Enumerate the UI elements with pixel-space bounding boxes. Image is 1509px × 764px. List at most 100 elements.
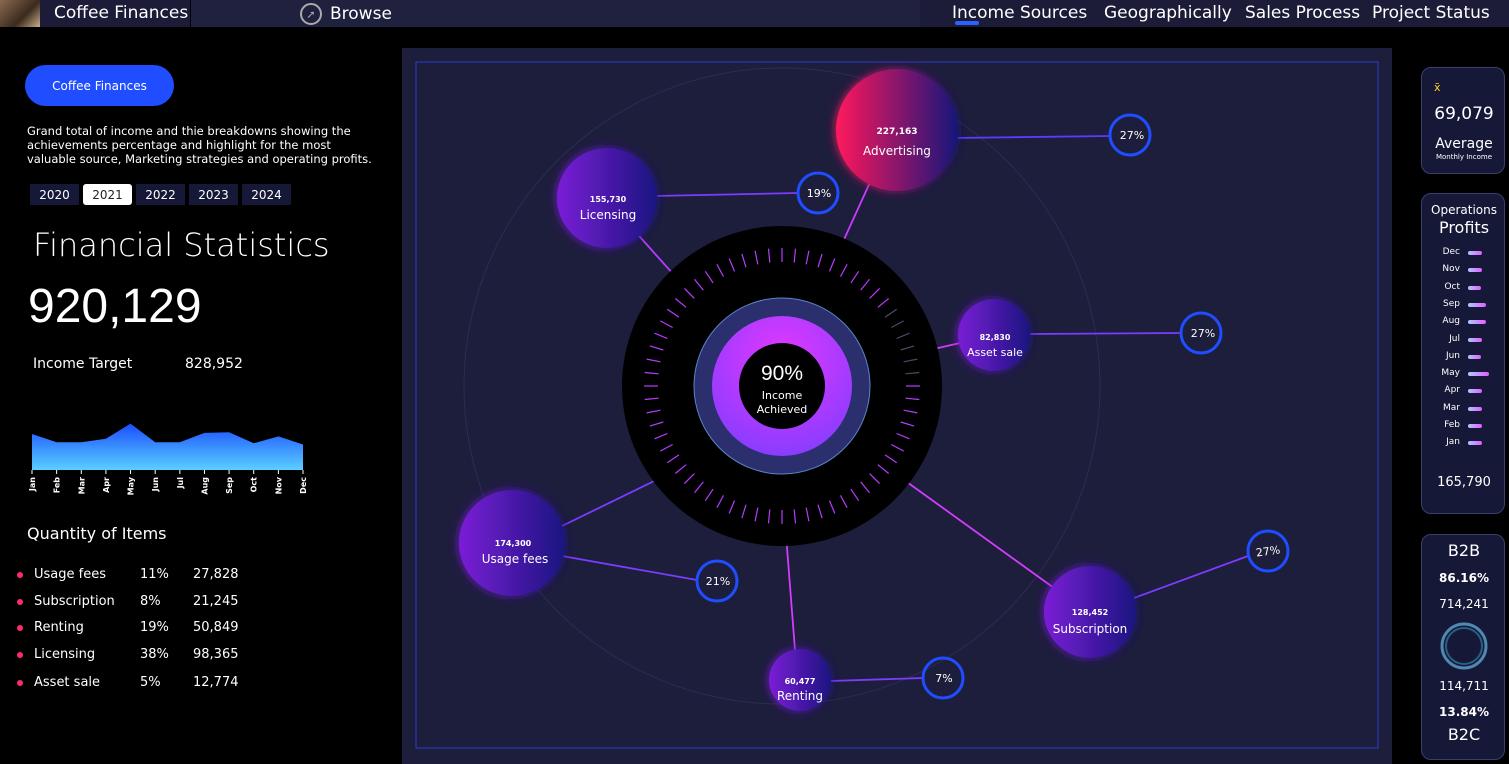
ops-month-label: Jul bbox=[1449, 333, 1460, 344]
connector-line bbox=[829, 677, 924, 682]
x-tick-label: Feb bbox=[53, 477, 62, 494]
pct-asset-sale: 27% bbox=[1179, 311, 1223, 355]
left-panel: Coffee Finances Grand total of income an… bbox=[0, 27, 400, 764]
ops-row: Jul bbox=[1422, 332, 1506, 348]
browse-label: Browse bbox=[330, 4, 392, 24]
browse-button[interactable]: ➚ Browse bbox=[300, 3, 392, 25]
b2c-pct: 13.84% bbox=[1439, 705, 1489, 719]
x-tick-label: Jun bbox=[151, 477, 160, 493]
center-pct: 90% bbox=[761, 362, 803, 385]
source-advertising[interactable]: 227,163 Advertising bbox=[836, 69, 958, 191]
center-hole bbox=[739, 343, 825, 429]
usage-fees-label: Usage fees bbox=[482, 552, 548, 566]
connector-line bbox=[1133, 555, 1249, 599]
b2b-label: B2B bbox=[1447, 541, 1481, 560]
quantity-of-items-title: Quantity of Items bbox=[27, 524, 167, 543]
ops-bar bbox=[1468, 320, 1486, 325]
licensing-label: Licensing bbox=[580, 208, 636, 222]
description-text: Grand total of income and thie breakdown… bbox=[27, 124, 372, 166]
year-2022-button[interactable]: 2022 bbox=[136, 184, 185, 205]
ops-month-label: Jun bbox=[1445, 350, 1460, 361]
source-usage-fees[interactable]: 174,300 Usage fees bbox=[459, 490, 565, 596]
average-label: Average bbox=[1435, 136, 1493, 152]
item-value: 50,849 bbox=[193, 620, 239, 635]
ops-month-label: Mar bbox=[1443, 402, 1460, 413]
income-target-label: Income Target bbox=[33, 356, 133, 372]
active-tab-indicator bbox=[955, 21, 979, 25]
year-slicer: 2020 2021 2022 2023 2024 bbox=[30, 184, 291, 205]
list-item: Asset sale 5% 12,774 bbox=[17, 675, 257, 690]
usage-fees-value: 174,300 bbox=[495, 539, 532, 548]
pct-text: 27% bbox=[1191, 327, 1215, 340]
source-licensing[interactable]: 155,730 Licensing bbox=[557, 148, 657, 248]
ops-bar bbox=[1468, 302, 1486, 307]
ops-month-label: Feb bbox=[1444, 420, 1460, 430]
pct-advertising: 27% bbox=[1108, 113, 1152, 157]
source-renting[interactable]: 60,477 Renting bbox=[769, 649, 831, 711]
ops-row: Apr bbox=[1422, 383, 1506, 399]
ops-row: Nov bbox=[1422, 262, 1506, 278]
pct-text: 27% bbox=[1120, 129, 1144, 142]
item-name: Usage fees bbox=[34, 567, 106, 582]
tab-geographically[interactable]: Geographically bbox=[1104, 3, 1232, 23]
source-subscription[interactable]: 128,452 Subscription bbox=[1044, 566, 1136, 658]
b2b-donut-ring bbox=[1440, 622, 1488, 670]
year-2020-button[interactable]: 2020 bbox=[30, 184, 79, 205]
list-item: Renting 19% 50,849 bbox=[17, 620, 257, 635]
item-value: 98,365 bbox=[193, 647, 239, 662]
ops-bar bbox=[1468, 285, 1481, 290]
pct-licensing: 19% bbox=[796, 171, 840, 215]
advertising-label: Advertising bbox=[863, 144, 931, 158]
top-bar: Coffee Finances ➚ Browse Income Sources … bbox=[0, 0, 1509, 27]
tab-income-sources[interactable]: Income Sources bbox=[952, 3, 1087, 23]
pct-text: 7% bbox=[935, 672, 952, 685]
subscription-label: Subscription bbox=[1053, 622, 1128, 636]
bullet-icon bbox=[17, 651, 23, 658]
financial-statistics-title: Financial Statistics bbox=[33, 226, 330, 264]
connector-line bbox=[1029, 332, 1182, 335]
year-2023-button[interactable]: 2023 bbox=[189, 184, 238, 205]
renting-value: 60,477 bbox=[785, 677, 816, 686]
pct-text: 19% bbox=[807, 187, 831, 200]
pct-subscription: 27% bbox=[1246, 529, 1290, 573]
bullet-icon bbox=[17, 571, 23, 578]
ops-total: 165,790 bbox=[1437, 475, 1491, 490]
coffee-finances-button[interactable]: Coffee Finances bbox=[25, 65, 174, 106]
item-pct: 19% bbox=[140, 620, 169, 635]
monthly-income-area-chart: Jan Feb Mar Apr May Jun Jul Aug Sep Oct Nov Dec bbox=[28, 423, 308, 495]
source-asset-sale[interactable]: 82,830 Asset sale bbox=[958, 299, 1030, 371]
item-pct: 5% bbox=[140, 675, 161, 690]
x-tick-label: Aug bbox=[200, 477, 209, 495]
licensing-value: 155,730 bbox=[590, 195, 627, 204]
ops-month-label: Dec bbox=[1442, 247, 1460, 257]
average-value: 69,079 bbox=[1434, 104, 1494, 124]
renting-label: Renting bbox=[777, 689, 823, 703]
b2c-label: B2C bbox=[1447, 725, 1481, 744]
subscription-value: 128,452 bbox=[1072, 608, 1108, 617]
ops-row: Jun bbox=[1422, 349, 1506, 365]
x-tick-label: Mar bbox=[77, 477, 86, 494]
tab-project-status[interactable]: Project Status bbox=[1372, 3, 1490, 23]
center-label-1: Income bbox=[762, 389, 803, 402]
connector-line bbox=[653, 192, 799, 197]
year-2024-button[interactable]: 2024 bbox=[242, 184, 291, 205]
ops-title-2: Profits bbox=[1438, 218, 1490, 237]
pct-usage-fees: 21% bbox=[695, 559, 739, 603]
ops-bar bbox=[1468, 424, 1483, 428]
ops-bar bbox=[1468, 337, 1483, 342]
ops-row: Aug bbox=[1422, 314, 1506, 330]
ops-month-label: Sep bbox=[1443, 298, 1460, 309]
tab-sales-process[interactable]: Sales Process bbox=[1245, 3, 1360, 23]
x-tick-label: Jan bbox=[28, 477, 37, 492]
center-label-2: Achieved bbox=[757, 403, 807, 416]
item-name: Licensing bbox=[34, 647, 96, 662]
item-value: 12,774 bbox=[193, 675, 239, 690]
ops-bar bbox=[1468, 389, 1483, 394]
year-2021-button[interactable]: 2021 bbox=[83, 184, 132, 205]
average-card: x̄ 69,079 Average Monthly Income bbox=[1421, 67, 1505, 174]
item-name: Subscription bbox=[34, 594, 115, 609]
ops-month-label: Apr bbox=[1444, 385, 1460, 396]
list-item: Licensing 38% 98,365 bbox=[17, 647, 257, 662]
app-title: Coffee Finances bbox=[54, 3, 189, 23]
x-tick-label: Sep bbox=[225, 477, 234, 494]
